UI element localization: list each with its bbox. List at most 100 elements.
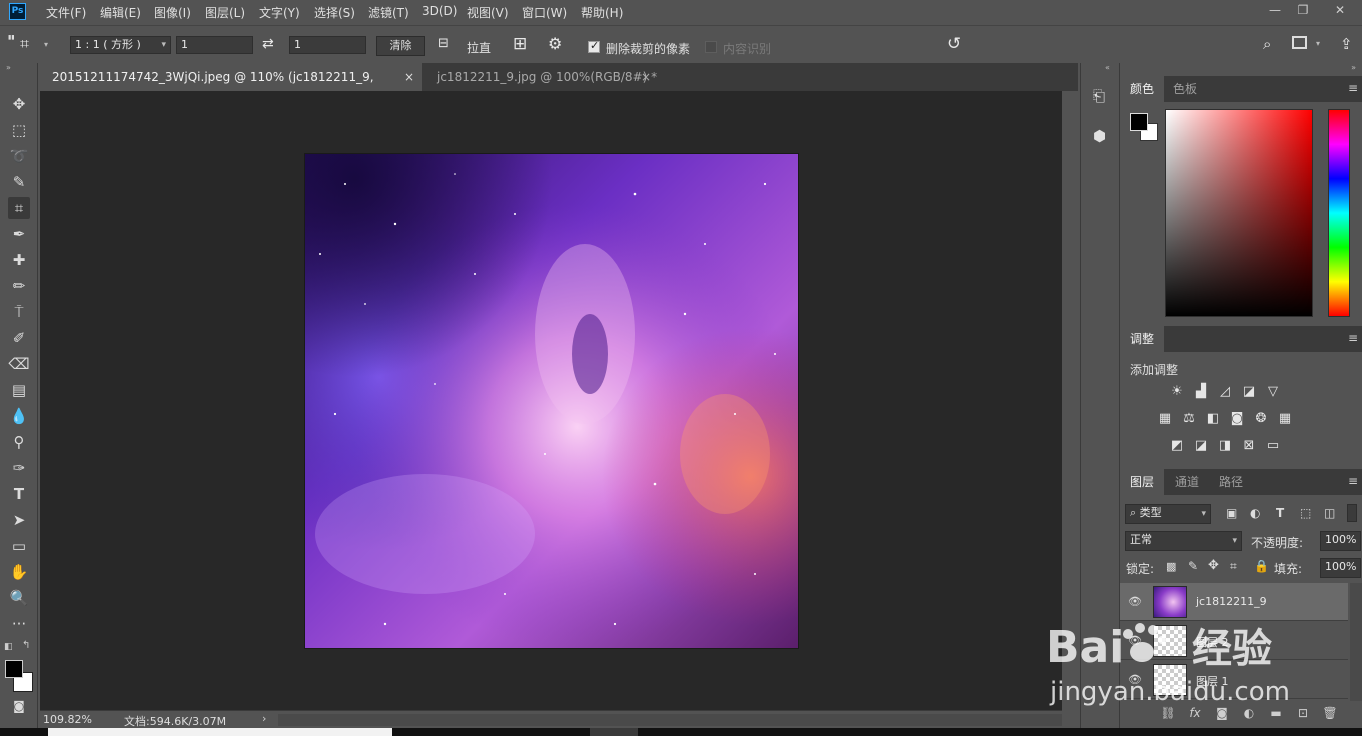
width-input[interactable]: 1 [176,36,253,54]
menu-image[interactable]: 图像(I) [154,4,191,21]
eyedropper-tool-icon[interactable]: ✒ [8,223,30,245]
move-tool-icon[interactable]: ✥ [8,93,30,115]
filter-toggle[interactable] [1347,504,1357,522]
menu-edit[interactable]: 编辑(E) [100,4,141,21]
gradient-tool-icon[interactable]: ▤ [8,379,30,401]
crop-tool-icon[interactable]: ⌗ [8,197,30,219]
overlay-grid-icon[interactable]: ⊞ [513,34,527,54]
more-tools-icon[interactable]: ··· [8,613,30,635]
history-brush-tool-icon[interactable]: ✐ [8,327,30,349]
lock-position-icon[interactable]: ✥ [1208,558,1219,573]
straighten-button[interactable]: 拉直 [467,39,491,56]
clone-stamp-tool-icon[interactable]: ⍑ [8,301,30,323]
brush-tool-icon[interactable]: ✏ [8,275,30,297]
photo-filter-icon[interactable]: ◙ [1228,410,1246,428]
pen-tool-icon[interactable]: ✑ [8,457,30,479]
panel-menu-icon[interactable]: ≡ [1348,331,1358,345]
eraser-tool-icon[interactable]: ⌫ [8,353,30,375]
collapse-icon[interactable]: « [1105,63,1110,72]
hue-sat-icon[interactable]: ▦ [1156,410,1174,428]
taskbar-search-box[interactable] [48,728,392,736]
new-group-icon[interactable]: ▬ [1267,706,1285,722]
filter-pixel-icon[interactable]: ▣ [1226,506,1237,520]
lock-image-icon[interactable]: ✎ [1188,559,1198,573]
threshold-icon[interactable]: ◨ [1216,437,1234,455]
posterize-icon[interactable]: ◪ [1192,437,1210,455]
minimize-button[interactable]: — [1265,2,1285,18]
tab-document-2[interactable]: jc1812211_9.jpg @ 100%(RGB/8#) * × [425,63,659,91]
lock-transparent-icon[interactable]: ▩ [1166,560,1176,573]
search-icon[interactable]: ⌕ [1263,35,1271,53]
new-layer-icon[interactable]: ⊡ [1294,706,1312,722]
color-picker-field[interactable] [1165,109,1313,317]
levels-icon[interactable]: ▟ [1192,383,1210,401]
filter-type-icon[interactable]: T [1276,506,1284,520]
gradient-map-icon[interactable]: ▭ [1264,437,1282,455]
lock-all-icon[interactable]: 🔒 [1254,559,1269,573]
galaxy-image[interactable] [304,153,799,649]
layer-style-icon[interactable]: fx [1186,706,1204,722]
path-select-tool-icon[interactable]: ➤ [8,509,30,531]
color-lookup-icon[interactable]: ▦ [1276,410,1294,428]
dodge-tool-icon[interactable]: ⚲ [8,431,30,453]
tab-color[interactable]: 颜色 [1120,76,1165,102]
healing-brush-tool-icon[interactable]: ✚ [8,249,30,271]
panel-menu-icon[interactable]: ≡ [1348,474,1358,488]
share-icon[interactable]: ⇪ [1340,35,1353,53]
filter-shape-icon[interactable]: ⬚ [1300,506,1311,520]
menu-type[interactable]: 文字(Y) [259,4,300,21]
layer-filter-select[interactable]: ⌕ 类型 ▾ [1125,504,1211,524]
zoom-level[interactable]: 109.82% [43,713,92,726]
channel-mixer-icon[interactable]: ❂ [1252,410,1270,428]
close-icon[interactable]: × [641,63,651,91]
zoom-tool-icon[interactable]: 🔍 [8,587,30,609]
foreground-color-swatch[interactable] [1130,113,1148,131]
menu-select[interactable]: 选择(S) [314,4,355,21]
menu-3d[interactable]: 3D(D) [422,4,457,18]
visibility-eye-icon[interactable]: 👁 [1128,595,1142,609]
height-input[interactable]: 1 [289,36,366,54]
collapse-icon[interactable]: » [6,63,11,72]
straighten-icon[interactable]: ⊟ [438,36,449,51]
menu-help[interactable]: 帮助(H) [581,4,623,21]
tab-layers[interactable]: 图层 [1120,469,1165,495]
gear-icon[interactable]: ⚙ [548,34,562,53]
blend-mode-select[interactable]: 正常 ▾ [1125,531,1242,551]
opacity-input[interactable]: 100% [1320,531,1361,551]
vibrance-icon[interactable]: ▽ [1264,383,1282,401]
exposure-icon[interactable]: ◪ [1240,383,1258,401]
black-white-icon[interactable]: ◧ [1204,410,1222,428]
quick-select-tool-icon[interactable]: ✎ [8,171,30,193]
ratio-select[interactable]: 1 : 1 ( 方形 ) ▾ [70,36,171,54]
chevron-down-icon[interactable]: ▾ [1316,39,1320,48]
default-colors-icon[interactable]: ◧ [4,642,13,652]
menu-layer[interactable]: 图层(L) [205,4,245,21]
close-icon[interactable]: × [404,63,414,91]
brightness-icon[interactable]: ☀ [1168,383,1186,401]
menu-view[interactable]: 视图(V) [467,4,509,21]
invert-icon[interactable]: ◩ [1168,437,1186,455]
menu-filter[interactable]: 滤镜(T) [368,4,409,21]
fill-input[interactable]: 100% [1320,558,1361,578]
lasso-tool-icon[interactable]: ➰ [8,145,30,167]
quick-mask-icon[interactable]: ◙ [8,695,30,717]
menu-window[interactable]: 窗口(W) [522,4,567,21]
collapse-icon[interactable]: » [1351,63,1356,72]
layer-name[interactable]: jc1812211_9 [1196,595,1267,608]
status-menu-arrow[interactable]: › [262,712,266,725]
marquee-tool-icon[interactable]: ⬚ [8,119,30,141]
delete-layer-icon[interactable]: 🗑 [1321,706,1339,722]
color-balance-icon[interactable]: ⚖ [1180,410,1198,428]
link-layers-icon[interactable]: ⛓ [1159,706,1177,722]
clear-button[interactable]: 清除 [376,36,425,56]
delete-cropped-checkbox[interactable]: ✓ [588,39,600,53]
restore-button[interactable]: ❐ [1293,2,1313,18]
workspace-icon[interactable] [1292,36,1307,49]
menu-file[interactable]: 文件(F) [46,4,86,21]
filter-smart-object-icon[interactable]: ◫ [1324,506,1335,520]
add-mask-icon[interactable]: ◙ [1213,706,1231,722]
taskbar-app-button[interactable] [590,728,638,736]
tab-adjustments[interactable]: 调整 [1120,326,1165,352]
horizontal-scrollbar[interactable] [278,714,1062,726]
hand-tool-icon[interactable]: ✋ [8,561,30,583]
